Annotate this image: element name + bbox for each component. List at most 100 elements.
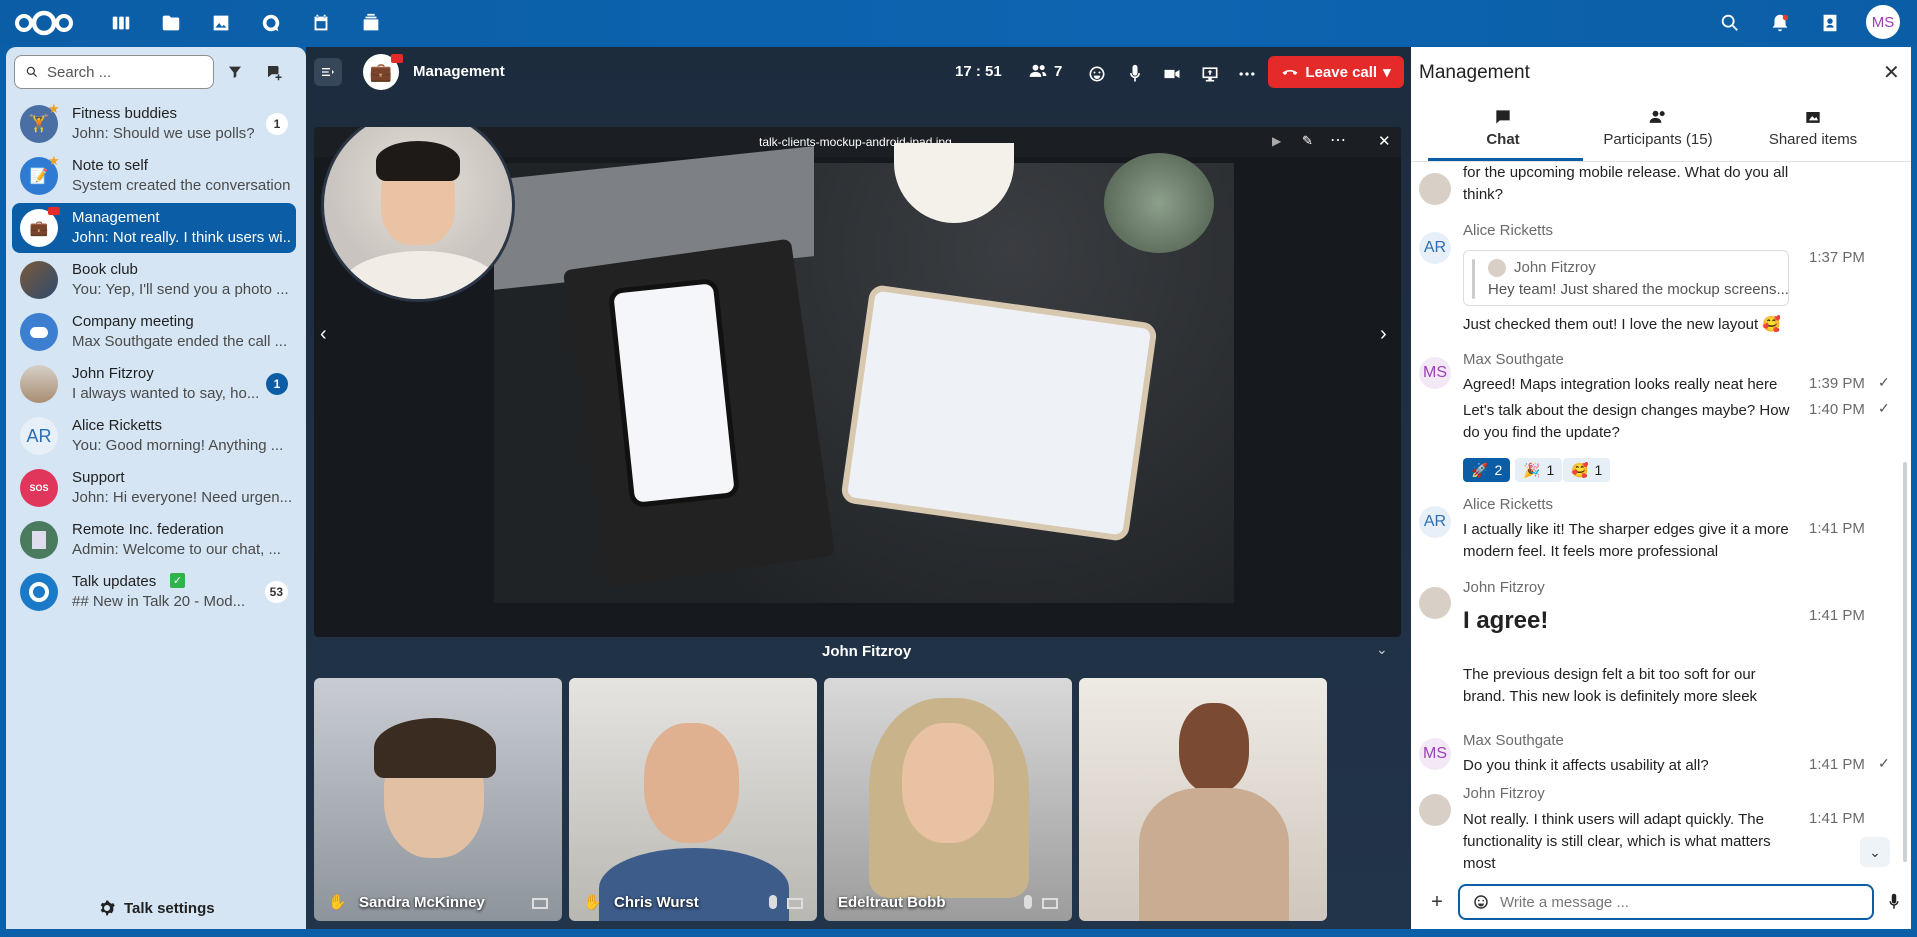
participant-name: Sandra McKinney — [359, 894, 485, 911]
checkmark-icon: ✓ — [170, 573, 185, 588]
talk-settings-button[interactable]: Talk settings — [98, 899, 215, 917]
read-check-icon: ✓ — [1878, 400, 1890, 416]
more-options-icon[interactable] — [1236, 63, 1258, 85]
filter-icon[interactable] — [224, 61, 246, 83]
camera-icon[interactable] — [1161, 63, 1183, 85]
calendar-icon[interactable] — [309, 11, 333, 35]
message-author: John Fitzroy — [1463, 579, 1545, 596]
scroll-to-bottom-button[interactable]: ⌄ — [1860, 837, 1890, 867]
camera-off-icon — [787, 898, 803, 909]
panel-title: Management — [1419, 62, 1530, 83]
files-icon[interactable] — [159, 11, 183, 35]
avatar[interactable]: MS — [1866, 5, 1900, 39]
talk-icon[interactable] — [259, 11, 283, 35]
message-author: Alice Ricketts — [1463, 496, 1554, 513]
quoted-message[interactable]: John Fitzroy Hey team! Just shared the m… — [1463, 250, 1789, 306]
message-text: Let's talk about the design changes mayb… — [1463, 402, 1790, 441]
leave-call-button[interactable]: Leave call ▾ — [1268, 56, 1404, 88]
search-icon[interactable] — [1718, 11, 1742, 35]
reactions-icon[interactable] — [1086, 63, 1108, 85]
menu-icon — [322, 68, 334, 76]
conversation-item[interactable]: Talk updates ✓ ## New in Talk 20 - Mod..… — [12, 567, 296, 617]
chevron-down-icon[interactable]: ⌄ — [1376, 641, 1388, 658]
quote-avatar — [1488, 259, 1506, 277]
conversation-item-active[interactable]: 💼 Management John: Not really. I think u… — [12, 203, 296, 253]
participants-button[interactable]: 7 — [1028, 61, 1062, 81]
message-text: for the upcoming mobile release. What do… — [1463, 164, 1789, 203]
tab-chat[interactable]: Chat — [1428, 107, 1578, 148]
chevron-left-icon[interactable]: ‹ — [320, 323, 327, 346]
add-attachment-icon[interactable]: + — [1427, 891, 1447, 913]
conversation-item[interactable]: 📝 ★ Note to self System created the conv… — [12, 151, 296, 201]
search-input[interactable]: Search ... — [14, 55, 214, 89]
scrollbar[interactable] — [1903, 462, 1907, 862]
conversation-item[interactable]: John Fitzroy I always wanted to say, ho.… — [12, 359, 296, 409]
conversation-item[interactable]: Company meeting Max Southgate ended the … — [12, 307, 296, 357]
message-author: Alice Ricketts — [1463, 222, 1554, 239]
microphone-icon[interactable] — [1884, 892, 1904, 912]
reaction-count: 1 — [1594, 462, 1603, 478]
deck-icon[interactable] — [359, 11, 383, 35]
emoji-icon[interactable] — [1472, 893, 1490, 911]
play-icon[interactable]: ▶ — [1272, 134, 1281, 148]
conversation-item[interactable]: Remote Inc. federation Admin: Welcome to… — [12, 515, 296, 565]
contacts-icon[interactable] — [1818, 11, 1842, 35]
microphone-icon[interactable] — [1124, 63, 1146, 85]
notifications-icon[interactable] — [1768, 11, 1792, 35]
reaction-chip[interactable]: 🎉 1 — [1515, 458, 1563, 482]
toggle-sidebar-button[interactable] — [314, 58, 342, 86]
avatar-initials: MS — [1423, 364, 1447, 381]
raise-hand-icon: ✋ — [583, 894, 602, 911]
conversation-item[interactable]: Book club You: Yep, I'll send you a phot… — [12, 255, 296, 305]
search-icon — [26, 66, 38, 78]
conversation-name: Remote Inc. federation — [72, 521, 224, 538]
message-text: I actually like it! The sharper edges gi… — [1463, 521, 1789, 560]
conversation-item[interactable]: AR Alice Ricketts You: Good morning! Any… — [12, 411, 296, 461]
quote-author: John Fitzroy — [1514, 259, 1596, 276]
hair-shape — [376, 141, 460, 181]
reaction-chip[interactable]: 🥰 1 — [1563, 458, 1611, 482]
face-shape — [1179, 703, 1249, 793]
leave-call-label: Leave call — [1305, 63, 1378, 81]
tab-participants[interactable]: Participants (15) — [1583, 107, 1733, 148]
message-text: Agreed! Maps integration looks really ne… — [1463, 376, 1778, 393]
screenshare-icon[interactable] — [1199, 63, 1221, 85]
more-options-icon[interactable]: ⋯ — [1330, 130, 1346, 150]
edit-icon[interactable]: ✎ — [1302, 133, 1313, 149]
reaction-chip[interactable]: 🚀 2 — [1463, 458, 1511, 482]
call-view: 💼 Management 17 : 51 7 Leave call ▾ talk… — [306, 47, 1411, 929]
conversation-item[interactable]: 🏋 ★ Fitness buddies John: Should we use … — [12, 99, 296, 149]
dashboard-icon[interactable] — [109, 11, 133, 35]
message-text: Do you think it affects usability at all… — [1463, 757, 1709, 774]
participant-tile[interactable]: ✋ Chris Wurst — [569, 678, 817, 921]
user-avatar: MS — [1419, 738, 1451, 770]
participant-tile[interactable]: ✋ Sandra McKinney — [314, 678, 562, 921]
support-icon: SOS — [20, 469, 58, 507]
coffee-cup-shape — [894, 143, 1014, 223]
reaction-count: 2 — [1494, 462, 1503, 478]
new-conversation-icon[interactable] — [263, 61, 285, 83]
photos-icon[interactable] — [209, 11, 233, 35]
participant-tile[interactable] — [1079, 678, 1327, 921]
presenter-name: John Fitzroy — [822, 643, 912, 660]
message-input[interactable]: Write a message ... — [1458, 884, 1874, 920]
cloud-icon — [20, 313, 58, 351]
call-header: 💼 Management 17 : 51 7 Leave call ▾ — [306, 47, 1411, 99]
nextcloud-logo[interactable] — [14, 10, 74, 36]
participant-tile[interactable]: Edeltraut Bobb — [824, 678, 1072, 921]
conversation-name: Book club — [72, 261, 138, 278]
close-icon[interactable]: ✕ — [1883, 60, 1900, 85]
conversation-item[interactable]: SOS Support John: Hi everyone! Need urge… — [12, 463, 296, 513]
conversation-preview: Admin: Welcome to our chat, ... — [72, 541, 281, 558]
tab-shared-items[interactable]: Shared items — [1738, 107, 1888, 148]
message-author: Max Southgate — [1463, 351, 1564, 368]
shared-screen[interactable]: talk-clients-mockup-android-ipad.jpg ▶ ✎… — [314, 127, 1401, 637]
conversation-preview: ## New in Talk 20 - Mod... — [72, 593, 246, 610]
unread-badge: 53 — [264, 581, 288, 603]
call-indicator-icon — [391, 54, 403, 63]
message-time: 1:39 PM — [1809, 375, 1865, 392]
close-icon[interactable]: ✕ — [1378, 132, 1391, 150]
chevron-right-icon[interactable]: › — [1380, 323, 1387, 346]
message-text: The previous design felt a bit too soft … — [1463, 666, 1758, 705]
microphone-icon — [1024, 895, 1032, 909]
